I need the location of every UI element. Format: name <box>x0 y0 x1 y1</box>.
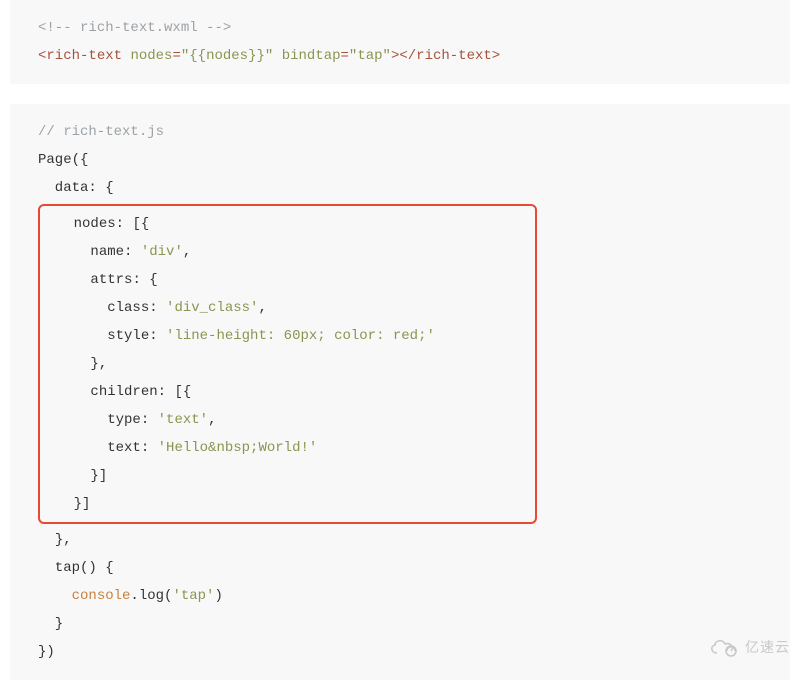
eq: = <box>172 48 180 64</box>
close-name: rich-text <box>416 48 492 64</box>
tap-fn: tap <box>38 560 80 576</box>
name-val: 'div' <box>141 244 183 260</box>
watermark-text: 亿速云 <box>745 633 790 661</box>
type-key: type <box>107 412 141 428</box>
attr-bindtap-value: "tap" <box>349 48 391 64</box>
wxml-comment: <!-- rich-text.wxml --> <box>38 20 231 36</box>
nodes-key: nodes <box>74 216 116 232</box>
text-key: text <box>107 440 141 456</box>
page-fn: Page <box>38 152 72 168</box>
attr-nodes-name: nodes <box>130 48 172 64</box>
close-open: </ <box>399 48 416 64</box>
type-val: 'text' <box>158 412 208 428</box>
block-gap <box>10 84 790 104</box>
js-comment: // rich-text.js <box>38 124 164 140</box>
text-val: 'Hello&nbsp;World!' <box>158 440 318 456</box>
attr-nodes-value: "{{nodes}}" <box>181 48 273 64</box>
class-key: class <box>107 300 149 316</box>
attrs-key: attrs <box>90 272 132 288</box>
page-root: <!-- rich-text.wxml --> <rich-text nodes… <box>0 0 800 690</box>
eq2: = <box>341 48 349 64</box>
attr-bindtap-name: bindtap <box>282 48 341 64</box>
children-key: children <box>90 384 157 400</box>
watermark: 亿速云 <box>707 633 790 661</box>
close-gt: > <box>492 48 500 64</box>
data-key: data <box>38 180 88 196</box>
console-obj: console <box>72 588 131 604</box>
wxml-tag-line: <rich-text <box>38 48 122 64</box>
code-block-wxml: <!-- rich-text.wxml --> <rich-text nodes… <box>10 0 790 84</box>
highlight-frame: nodes: [{ name: 'div', attrs: { class: '… <box>38 204 537 524</box>
style-val: 'line-height: 60px; color: red;' <box>166 328 435 344</box>
style-key: style <box>107 328 149 344</box>
name-key: name <box>90 244 124 260</box>
class-val: 'div_class' <box>166 300 258 316</box>
tap-str: 'tap' <box>172 588 214 604</box>
cloud-icon <box>707 636 741 658</box>
code-block-js: // rich-text.js Page({ data: { nodes: [{… <box>10 104 790 680</box>
